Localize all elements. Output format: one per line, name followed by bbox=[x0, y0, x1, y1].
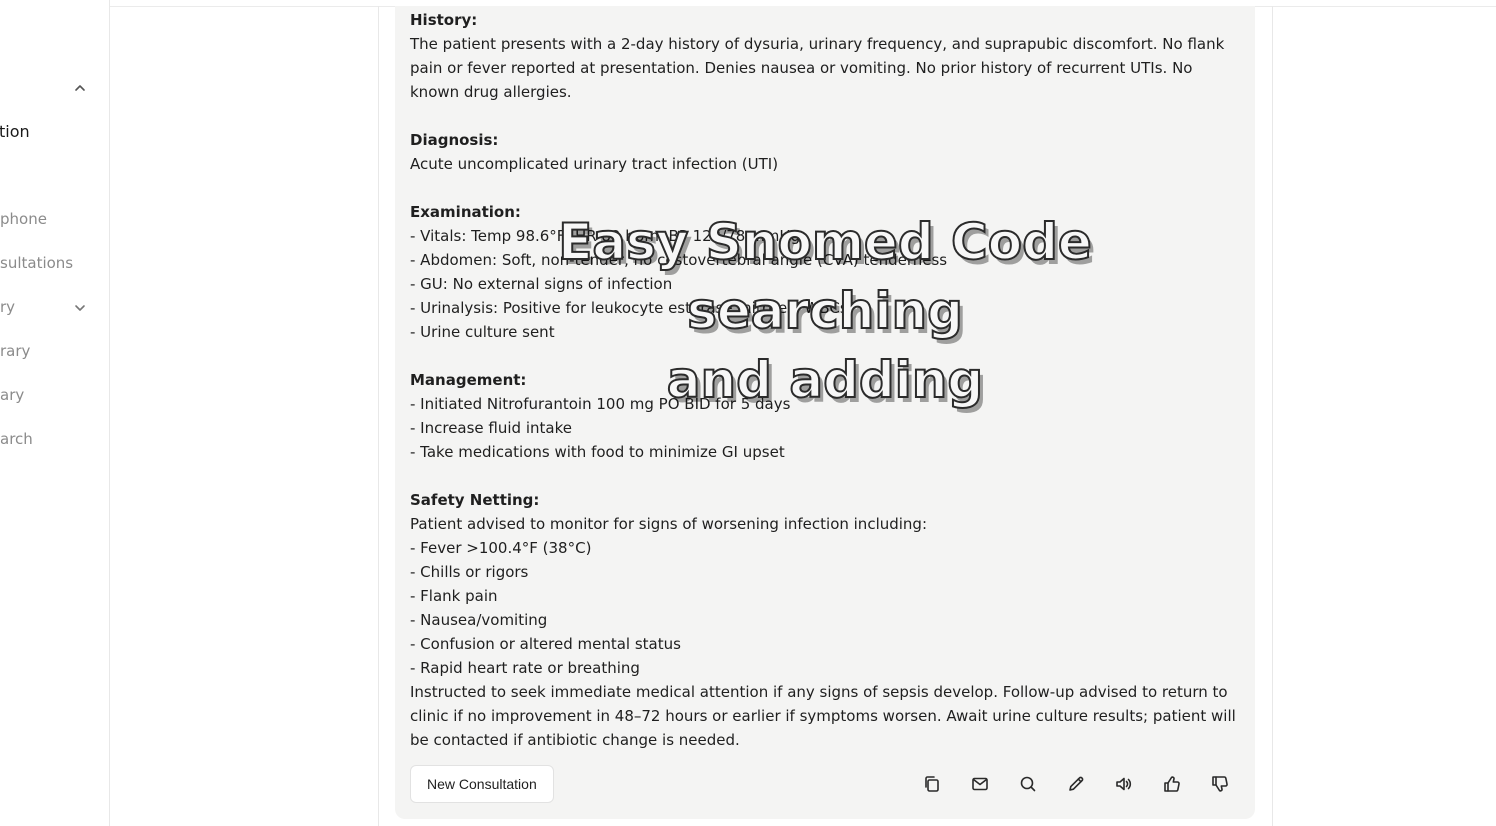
management-item: - Take medications with food to minimize… bbox=[410, 443, 785, 461]
safety-netting-item: - Rapid heart rate or breathing bbox=[410, 659, 640, 677]
sidebar-item-search[interactable]: arch bbox=[0, 430, 33, 448]
column-divider-right bbox=[1272, 6, 1273, 826]
consultation-note-card: History: The patient presents with a 2-d… bbox=[395, 6, 1255, 819]
chevron-down-icon[interactable] bbox=[73, 300, 87, 314]
safety-netting-intro: Patient advised to monitor for signs of … bbox=[410, 515, 928, 533]
diagnosis-heading: Diagnosis: bbox=[410, 131, 499, 149]
sidebar-item-rary[interactable]: rary bbox=[0, 342, 30, 360]
sidebar-item-phone[interactable]: phone bbox=[0, 210, 47, 228]
mail-icon[interactable] bbox=[970, 774, 990, 794]
safety-netting-item: - Nausea/vomiting bbox=[410, 611, 548, 629]
note-action-bar: New Consultation bbox=[410, 765, 1245, 805]
examination-item: - Abdomen: Soft, non-tender, no costover… bbox=[410, 251, 948, 269]
history-text: The patient presents with a 2-day histor… bbox=[410, 35, 1225, 101]
history-heading: History: bbox=[410, 11, 478, 29]
new-consultation-button[interactable]: New Consultation bbox=[410, 765, 554, 803]
management-heading: Management: bbox=[410, 371, 527, 389]
safety-netting-item: - Flank pain bbox=[410, 587, 498, 605]
consultation-note: History: The patient presents with a 2-d… bbox=[410, 8, 1245, 752]
thumbs-down-icon[interactable] bbox=[1210, 774, 1230, 794]
examination-item: - Urine culture sent bbox=[410, 323, 555, 341]
copy-icon[interactable] bbox=[922, 774, 942, 794]
safety-netting-item: - Fever >100.4°F (38°C) bbox=[410, 539, 592, 557]
safety-netting-outro: Instructed to seek immediate medical att… bbox=[410, 683, 1236, 749]
safety-netting-item: - Chills or rigors bbox=[410, 563, 529, 581]
sidebar-item-consultations[interactable]: sultations bbox=[0, 254, 73, 272]
safety-netting-heading: Safety Netting: bbox=[410, 491, 540, 509]
chevron-up-icon[interactable] bbox=[73, 80, 87, 94]
management-item: - Increase fluid intake bbox=[410, 419, 572, 437]
diagnosis-text: Acute uncomplicated urinary tract infect… bbox=[410, 155, 779, 173]
examination-item: - Urinalysis: Positive for leukocyte est… bbox=[410, 299, 848, 317]
examination-heading: Examination: bbox=[410, 203, 521, 221]
pencil-icon[interactable] bbox=[1066, 774, 1086, 794]
column-divider-left bbox=[378, 6, 379, 826]
search-icon[interactable] bbox=[1018, 774, 1038, 794]
speaker-icon[interactable] bbox=[1114, 774, 1134, 794]
sidebar-item-consultation[interactable]: tion bbox=[0, 122, 30, 141]
sidebar: tion phone sultations ry rary ary arch bbox=[0, 0, 110, 826]
sidebar-item-ary[interactable]: ary bbox=[0, 386, 24, 404]
thumbs-up-icon[interactable] bbox=[1162, 774, 1182, 794]
examination-item: - GU: No external signs of infection bbox=[410, 275, 673, 293]
safety-netting-item: - Confusion or altered mental status bbox=[410, 635, 681, 653]
sidebar-item-library[interactable]: ry bbox=[0, 298, 15, 316]
management-item: - Initiated Nitrofurantoin 100 mg PO BID… bbox=[410, 395, 791, 413]
examination-item: - Vitals: Temp 98.6°F, HR 82 bpm, BP 122… bbox=[410, 227, 801, 245]
